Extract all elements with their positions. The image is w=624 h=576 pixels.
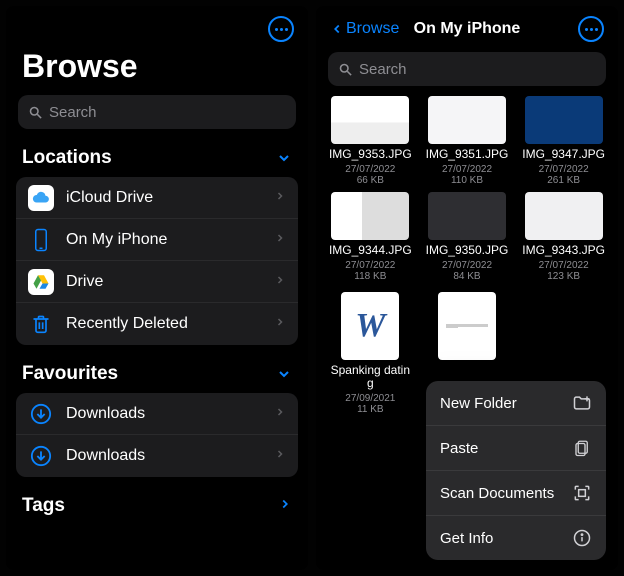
menu-new-folder[interactable]: New Folder (426, 381, 606, 426)
word-doc-icon: W (341, 292, 399, 360)
google-drive-icon (28, 269, 54, 295)
file-item[interactable]: W Spanking dating 27/09/202111 KB (326, 292, 415, 416)
location-recently-deleted[interactable]: Recently Deleted (16, 303, 298, 345)
iphone-icon (28, 227, 54, 253)
browse-pane: Browse Search Locations iCloud Drive On … (6, 6, 308, 570)
chevron-left-icon (330, 20, 344, 38)
image-thumbnail (525, 192, 603, 240)
more-button[interactable] (578, 16, 604, 42)
back-button[interactable]: Browse (330, 20, 399, 38)
menu-get-info[interactable]: Get Info (426, 516, 606, 560)
file-item[interactable]: IMG_9351.JPG 27/07/2022110 KB (423, 96, 512, 186)
file-grid: IMG_9353.JPG 27/07/202266 KB IMG_9351.JP… (316, 86, 618, 292)
chevron-right-icon (274, 231, 286, 249)
new-folder-icon (572, 393, 592, 413)
search-icon (28, 105, 43, 120)
text-doc-icon (438, 292, 496, 360)
search-input[interactable]: Search (328, 52, 606, 86)
file-item[interactable]: IMG_9350.JPG 27/07/202284 KB (423, 192, 512, 282)
chevron-down-icon (276, 366, 292, 382)
search-input[interactable]: Search (18, 95, 296, 129)
location-drive[interactable]: Drive (16, 261, 298, 303)
chevron-right-icon (274, 405, 286, 423)
paste-icon (572, 438, 592, 458)
locations-group: iCloud Drive On My iPhone Drive Recently… (16, 177, 298, 345)
favourites-header[interactable]: Favourites (6, 345, 308, 393)
search-icon (338, 62, 353, 77)
locations-header[interactable]: Locations (6, 129, 308, 177)
favourite-downloads[interactable]: Downloads (16, 435, 298, 477)
image-thumbnail (428, 96, 506, 144)
file-item[interactable]: IMG_9344.JPG 27/07/2022118 KB (326, 192, 415, 282)
chevron-right-icon (274, 189, 286, 207)
menu-paste[interactable]: Paste (426, 426, 606, 471)
file-item[interactable]: IMG_9353.JPG 27/07/202266 KB (326, 96, 415, 186)
favourites-group: Downloads Downloads (16, 393, 298, 477)
file-item[interactable]: IMG_9343.JPG 27/07/2022123 KB (519, 192, 608, 282)
download-icon (28, 443, 54, 469)
download-icon (28, 401, 54, 427)
image-thumbnail (331, 192, 409, 240)
context-menu: New Folder Paste Scan Documents Get Info (426, 381, 606, 560)
file-item[interactable]: IMG_9347.JPG 27/07/2022261 KB (519, 96, 608, 186)
folder-pane: Browse On My iPhone Search IMG_9353.JPG … (316, 6, 618, 570)
scan-icon (572, 483, 592, 503)
page-title: Browse (6, 42, 308, 95)
chevron-right-icon (278, 497, 292, 516)
cloud-icon (28, 185, 54, 211)
trash-icon (28, 311, 54, 337)
more-icon (275, 28, 288, 31)
search-placeholder: Search (359, 61, 407, 78)
image-thumbnail (428, 192, 506, 240)
chevron-right-icon (274, 447, 286, 465)
menu-scan-documents[interactable]: Scan Documents (426, 471, 606, 516)
more-icon (585, 28, 598, 31)
more-button[interactable] (268, 16, 294, 42)
chevron-right-icon (274, 315, 286, 333)
chevron-down-icon (276, 150, 292, 166)
image-thumbnail (525, 96, 603, 144)
chevron-right-icon (274, 273, 286, 291)
image-thumbnail (331, 96, 409, 144)
location-icloud-drive[interactable]: iCloud Drive (16, 177, 298, 219)
location-on-my-iphone[interactable]: On My iPhone (16, 219, 298, 261)
favourite-downloads[interactable]: Downloads (16, 393, 298, 435)
search-placeholder: Search (49, 104, 97, 121)
info-icon (572, 528, 592, 548)
tags-header[interactable]: Tags (6, 477, 308, 535)
